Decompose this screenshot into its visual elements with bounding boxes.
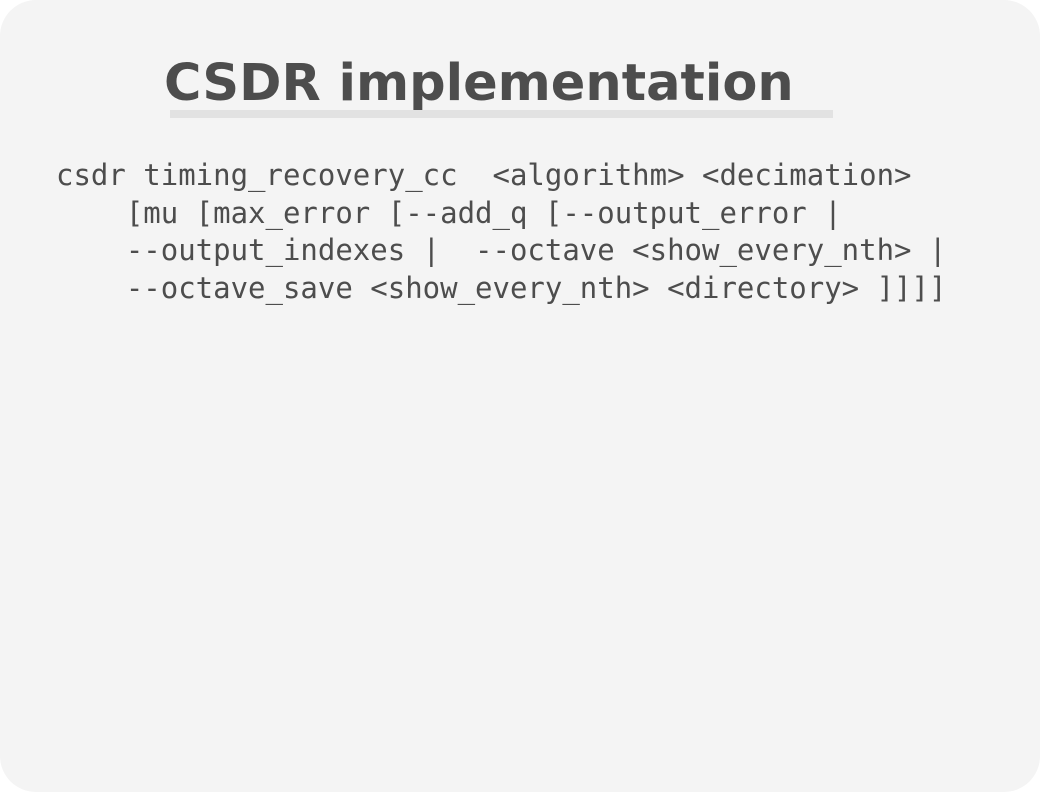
code-line: --output_indexes | --octave <show_every_…	[56, 233, 947, 268]
slide-title: CSDR implementation	[164, 54, 794, 113]
command-usage-code: csdr timing_recovery_cc <algorithm> <dec…	[56, 157, 946, 308]
code-line: --octave_save <show_every_nth> <director…	[56, 271, 947, 306]
code-line: csdr timing_recovery_cc <algorithm> <dec…	[56, 158, 912, 192]
slide: CSDR implementation csdr timing_recovery…	[0, 0, 1040, 792]
code-line: [mu [max_error [--add_q [--output_error …	[56, 195, 842, 230]
title-underline	[170, 110, 833, 118]
